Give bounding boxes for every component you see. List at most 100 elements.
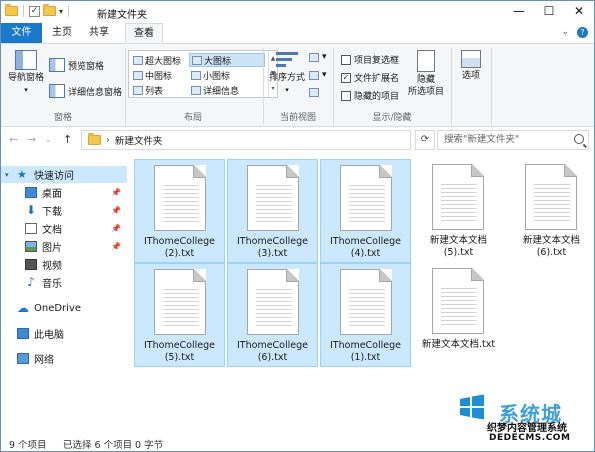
layout-medium-icons[interactable]: 中图标 bbox=[131, 68, 174, 82]
file-extensions-checkbox[interactable]: ✓ bbox=[341, 72, 351, 83]
layout-list[interactable]: 列表 bbox=[131, 83, 165, 97]
nav-quick-access[interactable]: ▾ ★ 快速访问 bbox=[1, 166, 127, 183]
hidden-items-checkbox[interactable] bbox=[341, 90, 351, 101]
preview-pane-button[interactable]: 预览窗格 bbox=[49, 58, 104, 72]
options-button[interactable]: 选项 bbox=[455, 50, 487, 82]
cloud-icon: ☁ bbox=[17, 301, 29, 315]
hidden-items-toggle[interactable]: 隐藏的项目 bbox=[341, 89, 399, 102]
layout-label: 中图标 bbox=[145, 71, 173, 82]
file-item[interactable]: 新建文本文档 (5).txt bbox=[413, 159, 504, 263]
text-file-icon bbox=[340, 165, 392, 231]
nav-this-pc[interactable]: 此电脑 bbox=[1, 325, 127, 342]
pin-icon[interactable]: 📌 bbox=[111, 188, 121, 197]
up-arrow-icon[interactable]: ↑ bbox=[63, 133, 72, 146]
close-button[interactable]: ✕ bbox=[564, 1, 594, 21]
layout-small-icons[interactable]: 小图标 bbox=[189, 68, 232, 82]
group-by-icon bbox=[309, 52, 319, 62]
nav-label: 音乐 bbox=[42, 279, 62, 290]
file-item[interactable]: IThomeCollege (4).txt bbox=[320, 159, 411, 263]
layout-details[interactable]: 详细信息 bbox=[189, 83, 241, 97]
pin-icon[interactable]: 📌 bbox=[111, 206, 121, 215]
hide-selected-items-button[interactable]: 隐藏 所选项目 bbox=[405, 50, 447, 98]
videos-icon bbox=[25, 259, 37, 270]
nav-onedrive[interactable]: ☁ OneDrive bbox=[1, 300, 127, 317]
tab-view[interactable]: 查看 bbox=[125, 23, 163, 44]
file-item[interactable]: 新建文本文档.txt bbox=[413, 263, 504, 367]
layout-extra-large-icons[interactable]: 超大图标 bbox=[131, 53, 183, 67]
file-item[interactable]: IThomeCollege (6).txt bbox=[227, 263, 318, 367]
quick-access-toolbar: ✓ ▾ bbox=[5, 4, 71, 17]
text-file-icon bbox=[247, 269, 299, 335]
search-icon[interactable] bbox=[574, 134, 584, 144]
group-separator bbox=[451, 48, 452, 124]
file-name: IThomeCollege (5).txt bbox=[144, 340, 215, 363]
watermark-url: DEDECMS.COM bbox=[489, 433, 571, 443]
refresh-button[interactable]: ⟳ bbox=[415, 130, 435, 150]
item-checkboxes-checkbox[interactable] bbox=[341, 54, 351, 65]
group-separator bbox=[333, 48, 334, 124]
file-item[interactable]: IThomeCollege (1).txt bbox=[320, 263, 411, 367]
tab-file[interactable]: 文件 bbox=[1, 23, 42, 43]
sort-by-button[interactable]: 排序方式 ▾ bbox=[267, 50, 307, 96]
file-item[interactable]: 新建文本文档 (6).txt bbox=[506, 159, 594, 263]
status-selected-size: 0 字节 bbox=[135, 440, 164, 451]
add-columns-button[interactable]: ▾ bbox=[309, 70, 327, 80]
size-columns-button[interactable] bbox=[309, 88, 319, 97]
extra-large-icons-icon bbox=[133, 55, 143, 65]
layout-label: 列表 bbox=[145, 86, 164, 97]
breadcrumb-chevron-icon[interactable]: › bbox=[106, 135, 110, 146]
nav-network[interactable]: 网络 bbox=[1, 350, 127, 367]
forward-arrow-icon[interactable]: → bbox=[27, 133, 36, 146]
file-item[interactable]: IThomeCollege (2).txt bbox=[134, 159, 225, 263]
nav-label: 快速访问 bbox=[34, 171, 74, 182]
address-box[interactable]: › 新建文件夹 bbox=[81, 130, 411, 150]
layout-large-icons[interactable]: 大图标 bbox=[189, 53, 265, 67]
new-folder-icon[interactable] bbox=[43, 4, 56, 16]
status-item-count: 9 个项目 bbox=[9, 440, 47, 451]
file-name: 新建文本文档.txt bbox=[421, 339, 496, 350]
file-item[interactable]: IThomeCollege (3).txt bbox=[227, 159, 318, 263]
recent-locations-icon[interactable]: ⌄ bbox=[45, 135, 52, 144]
address-bar-row: ← → ⌄ ↑ › 新建文件夹 ⟳ 搜索"新建文件夹" bbox=[1, 128, 594, 152]
nav-item-desktop[interactable]: 桌面 📌 bbox=[1, 184, 127, 201]
nav-item-music[interactable]: ♪ 音乐 bbox=[1, 274, 127, 291]
maximize-button[interactable]: ☐ bbox=[534, 1, 564, 21]
minimize-button[interactable]: — bbox=[504, 1, 534, 21]
large-icons-icon bbox=[192, 55, 202, 65]
options-icon bbox=[461, 50, 481, 68]
nav-label: 桌面 bbox=[42, 189, 62, 200]
pin-icon[interactable]: 📌 bbox=[111, 242, 121, 251]
sort-dropdown-icon: ▾ bbox=[285, 86, 289, 94]
text-file-icon bbox=[154, 269, 206, 335]
file-extensions-toggle[interactable]: ✓ 文件扩展名 bbox=[341, 71, 399, 84]
tab-home[interactable]: 主页 bbox=[46, 23, 78, 43]
window-title: 新建文件夹 bbox=[97, 10, 147, 21]
nav-item-pictures[interactable]: 图片 📌 bbox=[1, 238, 127, 255]
group-label-layout: 布局 bbox=[183, 113, 202, 123]
item-checkboxes-toggle[interactable]: 项目复选框 bbox=[341, 53, 399, 66]
search-placeholder: 搜索"新建文件夹" bbox=[444, 134, 520, 145]
tab-share[interactable]: 共享 bbox=[84, 23, 114, 43]
navigation-pane-button[interactable]: 导航窗格 ▾ bbox=[7, 50, 45, 96]
pin-icon[interactable]: 📌 bbox=[111, 224, 121, 233]
collapse-ribbon-icon[interactable]: ⌄ bbox=[561, 27, 569, 38]
details-pane-button[interactable]: 详细信息窗格 bbox=[49, 84, 122, 98]
nav-item-downloads[interactable]: ⬇ 下载 📌 bbox=[1, 202, 127, 219]
back-arrow-icon[interactable]: ← bbox=[9, 133, 18, 146]
document-icon bbox=[25, 223, 37, 234]
nav-item-videos[interactable]: 视频 bbox=[1, 256, 127, 273]
expand-chevron-icon[interactable]: ▾ bbox=[5, 171, 17, 179]
qat-dropdown-icon[interactable]: ▾ bbox=[59, 7, 63, 16]
nav-label: OneDrive bbox=[34, 303, 82, 314]
layout-label: 小图标 bbox=[203, 71, 231, 82]
nav-item-documents[interactable]: 文档 📌 bbox=[1, 220, 127, 237]
nav-label: 网络 bbox=[34, 355, 54, 366]
text-file-icon bbox=[525, 164, 577, 230]
group-by-button[interactable]: ▾ bbox=[309, 52, 327, 62]
breadcrumb-current[interactable]: 新建文件夹 bbox=[115, 133, 163, 147]
properties-icon[interactable]: ✓ bbox=[29, 5, 40, 17]
file-item[interactable]: IThomeCollege (5).txt bbox=[134, 263, 225, 367]
hidden-items-label: 隐藏的项目 bbox=[354, 92, 400, 102]
search-input[interactable]: 搜索"新建文件夹" bbox=[437, 130, 589, 150]
help-icon[interactable]: ? bbox=[577, 27, 588, 38]
